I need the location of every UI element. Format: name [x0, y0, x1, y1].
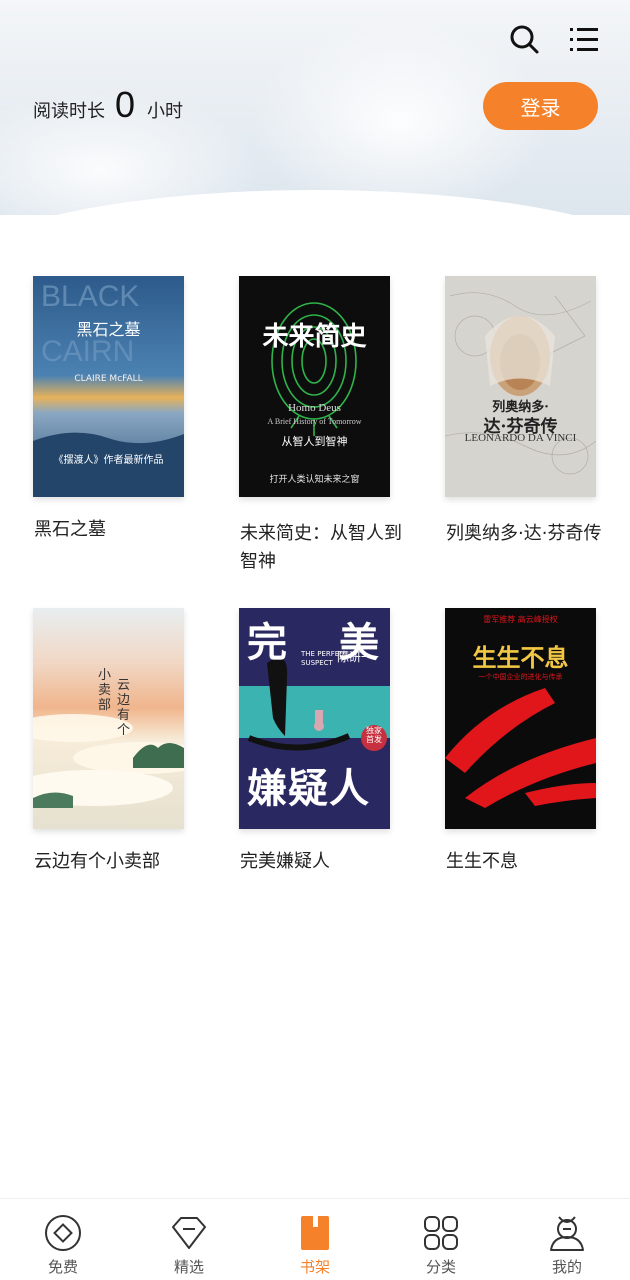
grid-icon	[424, 1216, 458, 1250]
book-cover[interactable]: 雷军推荐 高云峰授权 生生不息 一个中国企业的进化与传承	[445, 608, 596, 829]
cover-author: CLAIRE McFALL	[74, 374, 143, 384]
book-title[interactable]: 完美嫌疑人	[240, 848, 415, 876]
tab-featured[interactable]: 精选	[126, 1199, 252, 1280]
cover-badge-line1: 独家	[366, 726, 382, 735]
cover-title: 黑石之墓	[76, 320, 141, 339]
tab-profile[interactable]: 我的	[504, 1199, 630, 1280]
diamond-icon	[172, 1217, 206, 1249]
reading-time-label: 阅读时长	[33, 101, 105, 122]
reading-time-unit: 小时	[147, 101, 184, 122]
bookshelf-icon	[301, 1216, 329, 1250]
book-title[interactable]: 云边有个小卖部	[34, 848, 209, 876]
cover-subtitle: 从智人到智神	[281, 435, 348, 448]
tab-label: 分类	[425, 1258, 456, 1276]
cover-subtitle-en: Homo Deus	[288, 402, 341, 414]
cover-author: LEONARDO DA VINCI	[464, 432, 577, 444]
cover-subtitle: 一个中国企业的进化与传承	[478, 673, 563, 681]
search-icon	[510, 25, 539, 54]
cover-tagline: 《摆渡人》作者最新作品	[53, 455, 164, 466]
list-menu-icon	[570, 28, 598, 51]
book-cover[interactable]: 列奥纳多· 达·芬奇传 LEONARDO DA VINCI	[445, 276, 596, 497]
reading-time-value: 0	[115, 84, 136, 125]
tab-bookshelf[interactable]: 书架	[252, 1199, 378, 1280]
book-title[interactable]: 未来简史：从智人到智神	[240, 520, 415, 576]
cover-badge: 独家 首发	[362, 726, 386, 744]
book-cover[interactable]: BLACK CAIRN 黑石之墓 CLAIRE McFALL 《摆渡人》作者最新…	[33, 276, 184, 497]
cover-title-line2: 嫌疑人	[247, 766, 370, 812]
cover-tagline: 打开人类认知未来之窗	[269, 475, 360, 485]
book-title[interactable]: 列奥纳多·达·芬奇传	[446, 520, 621, 548]
book-title[interactable]: 生生不息	[446, 848, 621, 876]
coin-icon	[45, 1215, 81, 1251]
cover-author: 陈研一	[337, 650, 374, 664]
cover-badge-line2: 首发	[366, 735, 382, 744]
search-button[interactable]	[507, 22, 543, 58]
bottom-tab-bar: 免费 精选 书架 分类 我的	[0, 1198, 630, 1280]
cover-title: 生生不息	[472, 644, 569, 672]
portrait-sketch-art	[445, 276, 596, 497]
tab-label: 我的	[551, 1258, 582, 1276]
book-cover[interactable]: 完 美 THE PERFECT SUSPECT 陈研一 独家 首发 嫌疑人	[239, 608, 390, 829]
book-title[interactable]: 黑石之墓	[34, 516, 209, 544]
profile-icon	[550, 1216, 584, 1251]
login-button[interactable]: 登录	[483, 82, 598, 130]
tab-label: 免费	[47, 1258, 78, 1276]
cover-title-char1: 完	[247, 620, 287, 666]
reading-time: 阅读时长 0 小时	[33, 84, 183, 126]
tab-free[interactable]: 免费	[0, 1199, 126, 1280]
cover-subtitle-en2: A Brief History of Tomorrow	[267, 417, 362, 426]
menu-button[interactable]	[566, 22, 602, 58]
cover-title-line1: 云边有个	[117, 678, 131, 738]
cover-title-line2: 小卖部	[98, 668, 112, 713]
book-cover[interactable]: 未来简史 Homo Deus A Brief History of Tomorr…	[239, 276, 390, 497]
book-cover[interactable]: 小卖部 云边有个	[33, 608, 184, 829]
cover-title: 未来简史	[262, 322, 367, 352]
sunset-clouds-art	[33, 608, 184, 829]
svg-text:BLACK: BLACK	[41, 280, 139, 313]
tab-label: 书架	[299, 1258, 330, 1276]
cover-en-line2: SUSPECT	[301, 659, 333, 667]
tab-category[interactable]: 分类	[378, 1199, 504, 1280]
cover-recommend: 雷军推荐 高云峰授权	[483, 615, 558, 624]
tab-label: 精选	[173, 1258, 204, 1276]
fingerprint-circuit-art	[239, 276, 390, 497]
